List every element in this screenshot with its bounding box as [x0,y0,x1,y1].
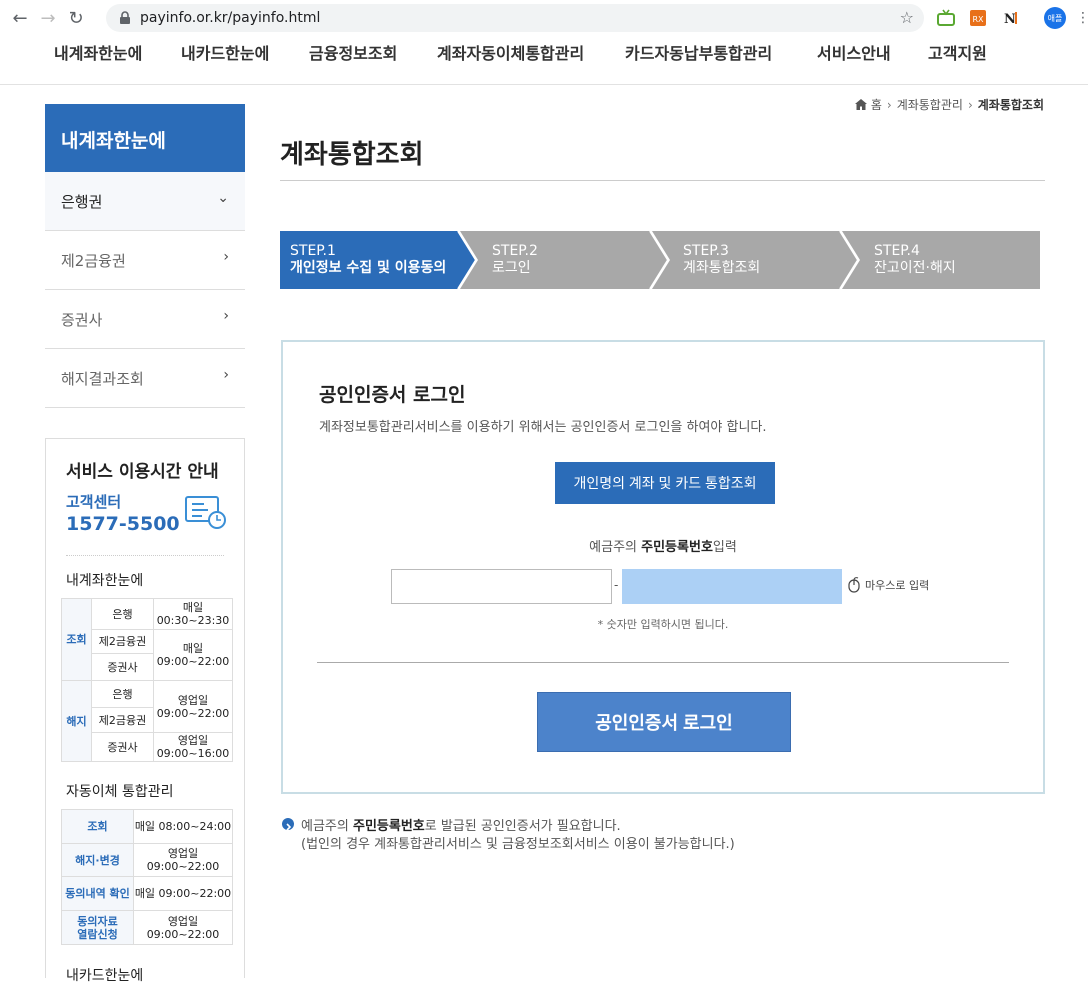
rrn-note: * 숫자만 입력하시면 됩니다. [597,618,729,631]
table-cell-second-tier: 제2금융권 [91,629,154,654]
autotransfer-hours-table: 조회 매일 08:00~24:00 해지·변경 영업일 09:00~22:00 … [61,809,233,945]
lock-icon [120,11,130,24]
rx-extension-icon[interactable]: RX [968,8,988,28]
step-progress: STEP.1 개인정보 수집 및 이용동의 STEP.2 로그인 STEP.3 … [280,231,1040,289]
table-cell-time: 영업일 09:00~22:00 [133,843,233,877]
step-3: STEP.3 계좌통합조회 [683,243,761,276]
nav-item-account-autotransfer[interactable]: 계좌자동이체통합관리 [437,40,584,64]
table-cell-time: 매일 09:00~22:00 [153,629,233,681]
service-schedule-icon [185,496,226,529]
sidebar-item-label: 증권사 [61,311,103,329]
bookmark-star-icon[interactable]: ☆ [900,8,914,27]
breadcrumb: 홈 › 계좌통합관리 › 계좌통합조회 [854,96,1044,113]
svg-text:N: N [1004,12,1016,27]
table-cell-bank: 은행 [91,598,154,630]
breadcrumb-level1[interactable]: 계좌통합관리 [897,96,963,113]
table-label-consent-view: 동의자료 열람신청 [61,910,134,945]
sidebar-item-label: 해지결과조회 [61,370,144,388]
chevron-right-icon: › [967,97,973,112]
breadcrumb-current: 계좌통합조회 [977,98,1044,112]
table-cell-time: 매일 08:00~24:00 [133,809,233,844]
profile-avatar[interactable]: 애플 [1044,7,1066,29]
notice-line-1: 예금주의 주민등록번호로 발급된 공인인증서가 필요합니다. [301,819,621,834]
url-text: payinfo.or.kr/payinfo.html [140,10,321,26]
nav-item-card-autopay[interactable]: 카드자동납부통합관리 [625,40,772,64]
table-cell-bank: 은행 [91,680,154,708]
top-navigation: 내계좌한눈에 내카드한눈에 금융정보조회 계좌자동이체통합관리 카드자동납부통합… [0,36,1088,85]
table-group-cancel: 해지 [61,680,92,762]
accounts-hours-table: 조회 은행 매일 00:30~23:30 제2금융권 매일 09:00~22:00 … [61,598,233,762]
table-cell-time: 영업일 09:00~22:00 [153,680,233,733]
chevron-down-icon: ⌄ [217,190,229,206]
panel-divider [317,662,1009,663]
rrn-dash: - [614,578,619,592]
customer-center-label: 고객센터 [66,493,122,511]
service-divider [66,555,224,556]
service-hours-title: 서비스 이용시간 안내 [66,462,219,482]
sidebar-item-cancel-results[interactable]: 해지결과조회 › [45,349,245,408]
sidebar-item-label: 은행권 [61,193,103,211]
nav-item-service-guide[interactable]: 서비스안내 [817,40,891,64]
sidebar-item-second-tier[interactable]: 제2금융권 › [45,231,245,290]
chevron-right-icon: › [886,97,892,112]
menu-kebab-icon[interactable]: ⋮ [1076,10,1088,26]
table-cell-time: 매일 09:00~22:00 [133,876,233,911]
mouse-input-label: 마우스로 입력 [865,579,930,592]
browser-toolbar: ← → ↻ payinfo.or.kr/payinfo.html ☆ RX N … [0,0,1088,36]
chevron-right-icon: › [223,308,229,324]
table-cell-time: 영업일 09:00~22:00 [133,910,233,945]
table-label-inquiry: 조회 [61,809,134,844]
chevron-right-icon: › [223,367,229,383]
table-cell-securities: 증권사 [91,732,154,762]
breadcrumb-home[interactable]: 홈 [871,96,882,113]
step-4: STEP.4 잔고이전·해지 [874,243,956,276]
table-group-inquiry: 조회 [61,598,92,681]
table-cell-time: 매일 00:30~23:30 [153,598,233,630]
title-divider [280,180,1045,181]
notice-line-2: (법인의 경우 계좌통합관리서비스 및 금융정보조회서비스 이용이 불가능합니다… [301,837,735,852]
sidebar-item-banks[interactable]: 은행권 ⌄ [45,172,245,231]
certificate-login-button[interactable]: 공인인증서 로그인 [537,692,791,752]
nav-item-financial-info[interactable]: 금융정보조회 [309,40,397,64]
step-2: STEP.2 로그인 [492,243,538,276]
table-cell-securities: 증권사 [91,653,154,681]
reload-icon[interactable]: ↻ [62,4,90,32]
step-1: STEP.1 개인정보 수집 및 이용동의 [290,243,447,276]
sidebar-item-label: 제2금융권 [61,252,126,270]
n-extension-icon[interactable]: N [1000,8,1020,28]
address-bar[interactable]: payinfo.or.kr/payinfo.html ☆ [106,4,924,32]
info-chevron-icon [282,818,294,831]
login-description: 계좌정보통합관리서비스를 이용하기 위해서는 공인인증서 로그인을 하여야 합니… [319,420,767,435]
rrn-back-input[interactable] [622,569,842,604]
mouse-input-button[interactable]: 마우스로 입력 [847,577,929,593]
rrn-front-input[interactable] [391,569,612,604]
mouse-icon [848,577,860,593]
integrated-inquiry-button[interactable]: 개인명의 계좌 및 카드 통합조회 [555,462,775,504]
sidebar-item-securities[interactable]: 증권사 › [45,290,245,349]
tv-extension-icon[interactable] [936,8,956,28]
table-cell-time: 영업일 09:00~16:00 [153,732,233,762]
service-section-accounts: 내계좌한눈에 [66,573,144,589]
back-arrow-icon[interactable]: ← [6,4,34,32]
table-label-cancel-change: 해지·변경 [61,843,134,877]
sidebar-title: 내계좌한눈에 [45,104,245,172]
certificate-login-panel: 공인인증서 로그인 계좌정보통합관리서비스를 이용하기 위해서는 공인인증서 로… [281,340,1045,794]
service-section-cards: 내카드한눈에 [66,968,144,984]
service-hours-panel: 서비스 이용시간 안내 고객센터 1577-5500 내계좌한눈에 조회 은행 … [45,438,245,984]
login-title: 공인인증서 로그인 [319,384,466,406]
service-section-autotransfer: 자동이체 통합관리 [66,784,174,800]
forward-arrow-icon[interactable]: → [34,4,62,32]
table-cell-second-tier: 제2금융권 [91,707,154,733]
nav-item-customer-support[interactable]: 고객지원 [928,40,987,64]
chevron-right-icon: › [223,249,229,265]
nav-item-my-cards[interactable]: 내카드한눈에 [181,40,269,64]
table-label-consent-check: 동의내역 확인 [61,876,134,911]
page-title: 계좌통합조회 [280,140,424,170]
home-icon [854,99,867,110]
customer-center-number: 1577-5500 [66,513,180,535]
nav-item-my-accounts[interactable]: 내계좌한눈에 [54,40,142,64]
svg-text:RX: RX [972,15,984,24]
rrn-label: 예금주의 주민등록번호입력 [589,540,737,555]
